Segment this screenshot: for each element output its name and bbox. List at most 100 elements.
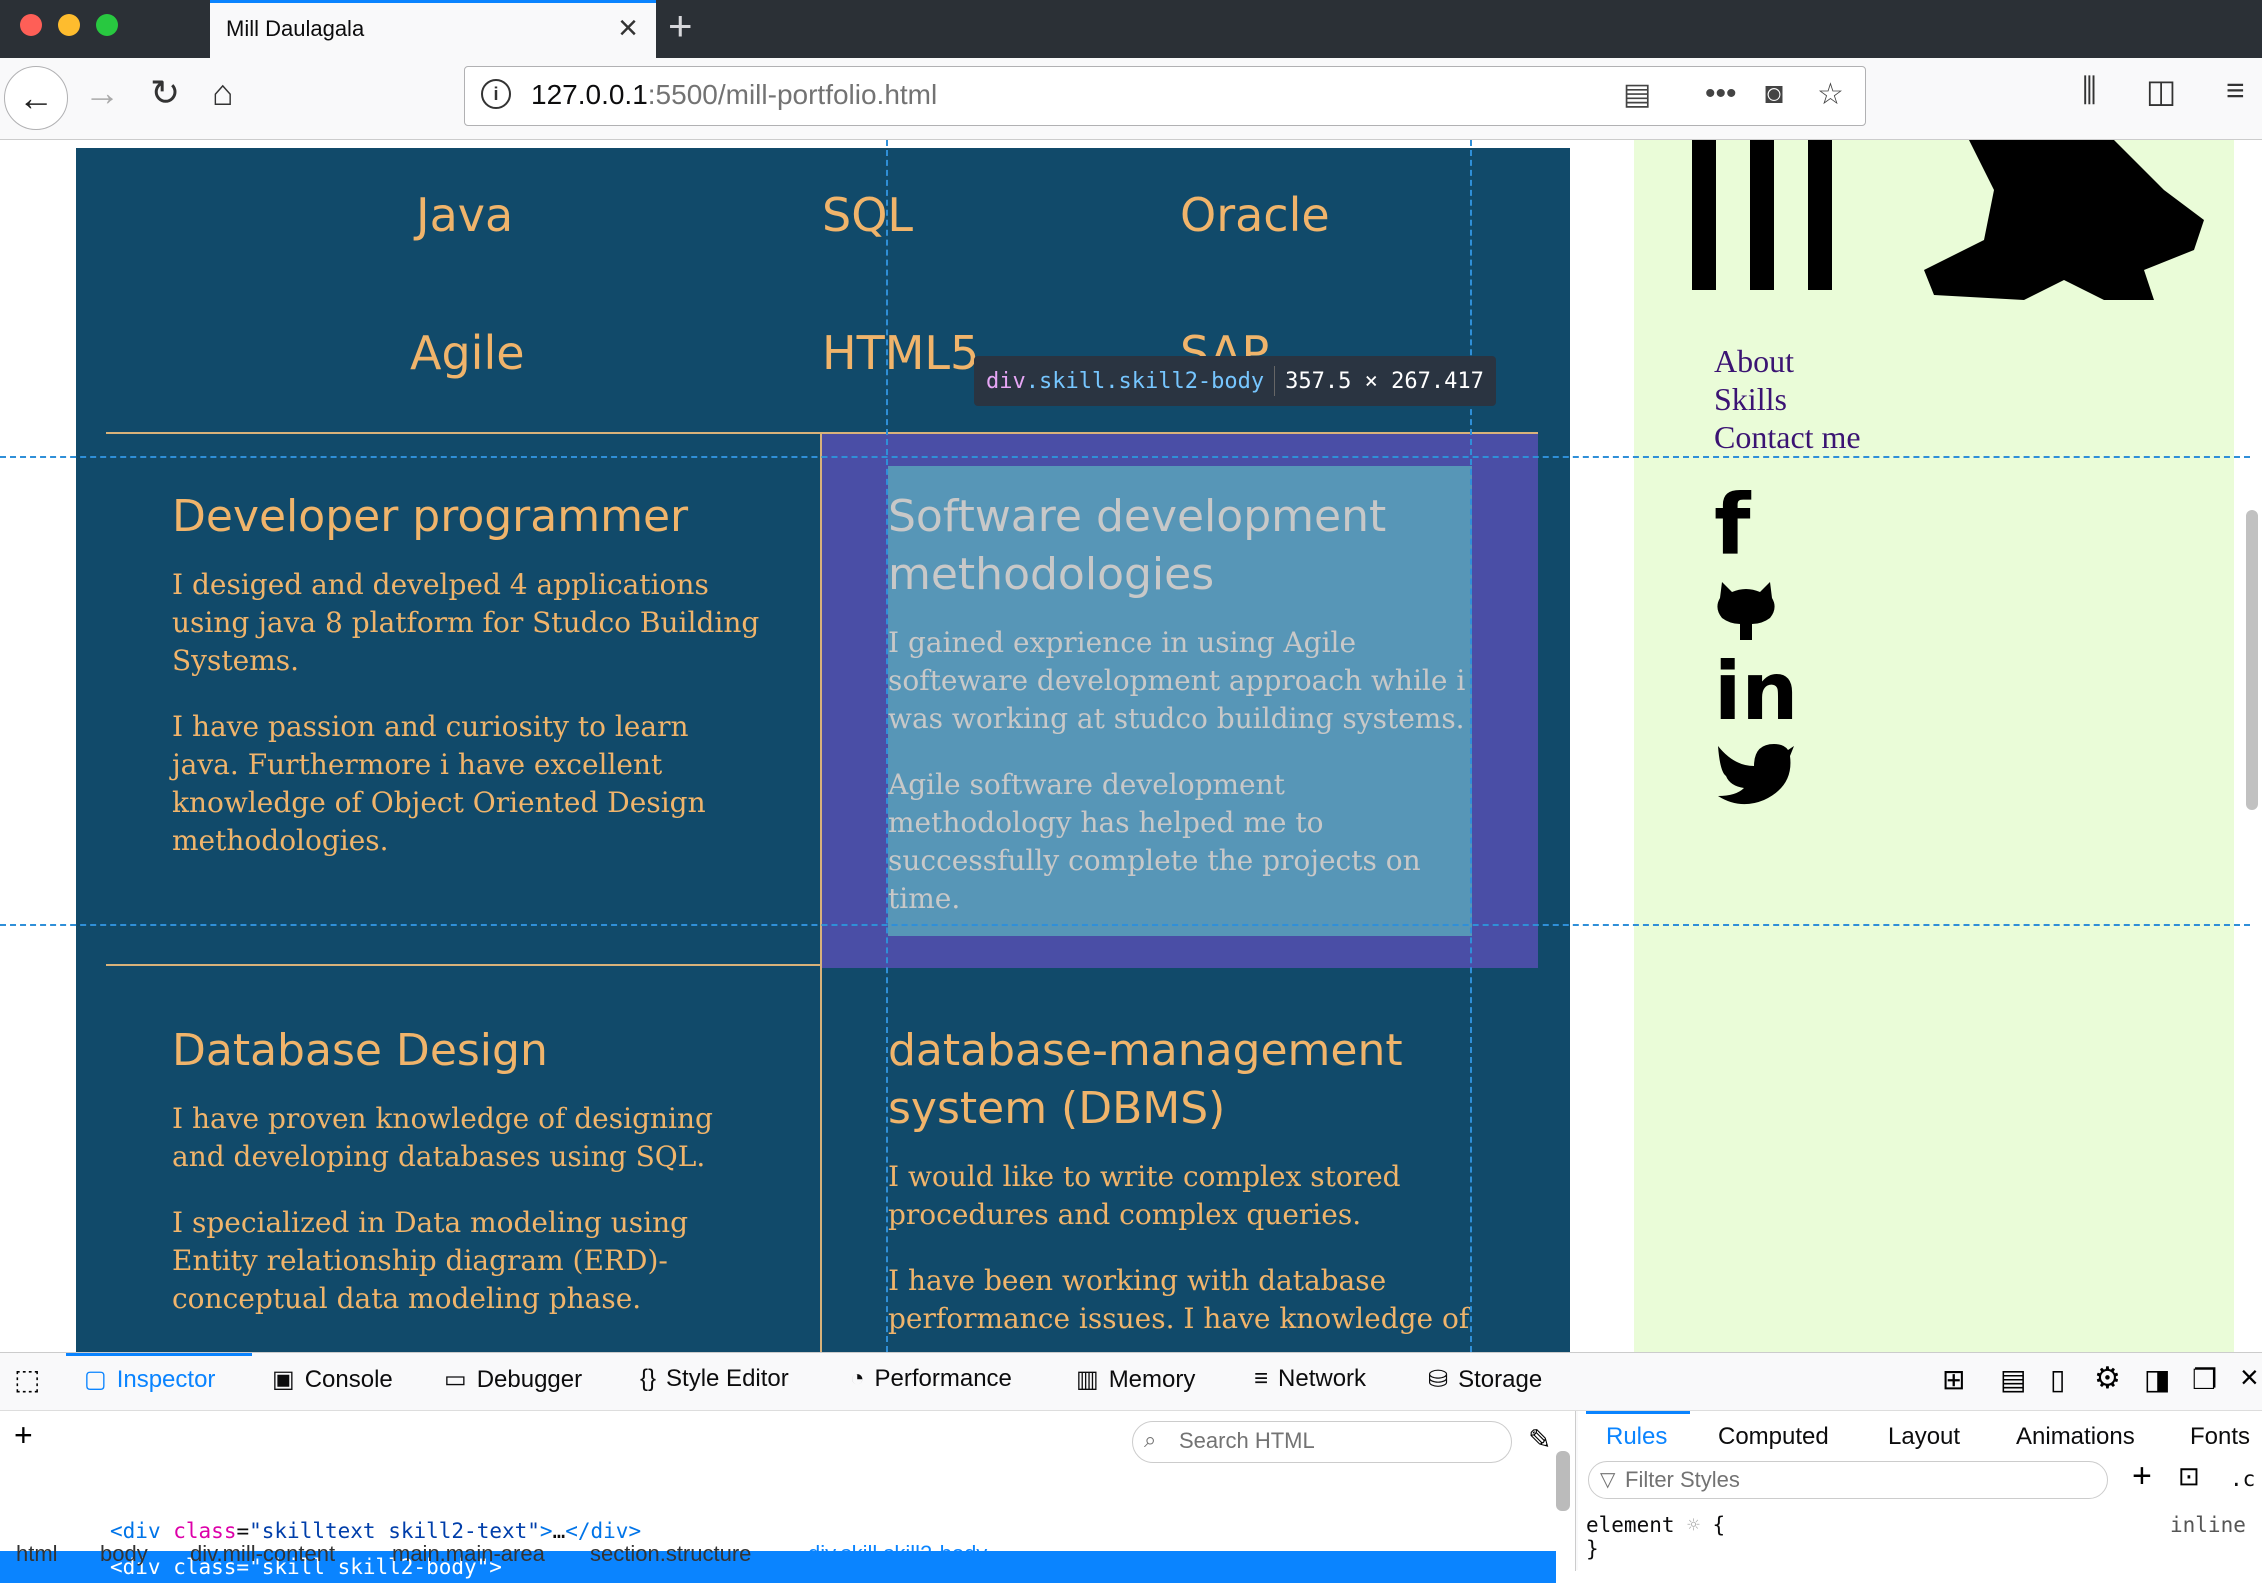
facebook-icon[interactable]: f xyxy=(1714,483,1774,567)
nav-link-about[interactable]: About xyxy=(1714,342,1861,380)
search-html-input[interactable]: Search HTML xyxy=(1132,1421,1512,1463)
tooltip-selector: div.skill.skill2-body xyxy=(986,369,1264,394)
tab-animations[interactable]: Animations xyxy=(2016,1423,2135,1451)
card-paragraph: I have proven knowledge of designing and… xyxy=(172,1102,713,1173)
tab-label: Debugger xyxy=(476,1365,583,1393)
skill2-body[interactable]: Software development methodologies I gai… xyxy=(888,466,1472,936)
close-window-button[interactable] xyxy=(20,14,42,36)
library-icon[interactable]: ⫼ xyxy=(2082,72,2097,110)
breadcrumb-item[interactable]: div.mill-content xyxy=(190,1541,335,1567)
maximize-window-button[interactable] xyxy=(96,14,118,36)
tab-console[interactable]: ▣ Console xyxy=(272,1365,393,1394)
pocket-icon[interactable]: ◙ xyxy=(1765,77,1783,111)
card-paragraph: I desiged and develped 4 applications us… xyxy=(172,568,760,677)
breadcrumb-item[interactable]: section.structure xyxy=(590,1541,751,1567)
guide-line xyxy=(0,456,2250,458)
style-editor-icon: {} xyxy=(640,1365,657,1392)
devtools-panel: ⬚ ▢ Inspector ▣ Console ▭ Debugger {} Style … xyxy=(0,1352,2262,1583)
card-text: I have proven knowledge of designing and… xyxy=(172,1100,772,1318)
network-icon: ≡ xyxy=(1254,1365,1269,1392)
breadcrumb-item[interactable]: body xyxy=(100,1541,148,1567)
sidebar: About Skills Contact me f in xyxy=(1634,140,2234,1352)
bookmark-star-icon[interactable]: ☆ xyxy=(1817,77,1844,112)
twitter-icon[interactable] xyxy=(1714,736,1794,806)
tab-rules[interactable]: Rules xyxy=(1606,1423,1667,1451)
new-tab-button[interactable]: + xyxy=(668,2,693,50)
pick-element-icon[interactable]: ⬚ xyxy=(14,1363,40,1396)
github-icon[interactable] xyxy=(1714,576,1778,642)
tab-fonts[interactable]: Fonts xyxy=(2190,1423,2250,1451)
markup-scrollbar[interactable] xyxy=(1556,1451,1570,1511)
tab-network[interactable]: ≡ Network xyxy=(1254,1365,1366,1393)
tooltip-size: 357.5 × 267.417 xyxy=(1285,368,1484,394)
close-tab-icon[interactable]: × xyxy=(618,9,638,48)
pseudo-class-toggle-icon[interactable]: ⊡ xyxy=(2178,1461,2200,1492)
separate-window-icon[interactable]: ❐ xyxy=(2192,1363,2217,1396)
sidebar-toggle-icon[interactable]: ◫ xyxy=(2146,72,2176,110)
reload-button[interactable]: ↻ xyxy=(150,72,180,114)
skill-java: Java xyxy=(416,188,514,242)
filter-placeholder: Filter Styles xyxy=(1625,1467,1740,1492)
responsive-mode-icon[interactable]: ▯ xyxy=(2050,1363,2065,1396)
browser-tab[interactable]: Mill Daulagala × xyxy=(210,0,656,58)
nav-link-contact[interactable]: Contact me xyxy=(1714,418,1861,456)
rule-selector-text: element xyxy=(1586,1513,1675,1537)
skill-sql: SQL xyxy=(822,188,914,242)
home-button[interactable]: ⌂ xyxy=(212,72,234,114)
menu-icon[interactable]: ≡ xyxy=(2226,72,2245,109)
dock-side-icon[interactable]: ◨ xyxy=(2144,1363,2170,1396)
page-actions-icon[interactable]: ••• xyxy=(1705,77,1737,111)
filter-icon: ▽ xyxy=(1600,1469,1616,1491)
breadcrumb: html body div.mill-content main.main-are… xyxy=(0,1539,1576,1571)
card-paragraph: I gained exprience in using Agile softew… xyxy=(888,626,1466,735)
card-paragraph: I have been working with database perfor… xyxy=(888,1264,1470,1335)
nav-link-skills[interactable]: Skills xyxy=(1714,380,1861,418)
rule-selector: element ☼ { xyxy=(1586,1513,1725,1537)
tab-performance[interactable]: ◔ Performance xyxy=(850,1365,1012,1393)
add-rule-icon[interactable]: + xyxy=(2132,1457,2152,1496)
tab-computed[interactable]: Computed xyxy=(1718,1423,1829,1451)
tab-debugger[interactable]: ▭ Debugger xyxy=(444,1365,582,1394)
tab-label: Network xyxy=(1278,1365,1367,1392)
card-title: database-management system (DBMS) xyxy=(888,1025,1403,1134)
inspector-icon: ▢ xyxy=(84,1366,107,1393)
forward-button[interactable]: → xyxy=(84,72,120,114)
url-path: :5500/mill-portfolio.html xyxy=(647,79,938,110)
skill3-body: Database Design I have proven knowledge … xyxy=(172,1022,772,1346)
card-paragraph: I would like to write complex stored pro… xyxy=(888,1160,1401,1231)
url-bar[interactable]: i 127.0.0.1:5500/mill-portfolio.html ▤ •… xyxy=(464,66,1866,126)
tab-label: Console xyxy=(304,1365,393,1393)
breadcrumb-item-current[interactable]: div.skill.skill2-body xyxy=(808,1541,987,1567)
settings-gear-icon[interactable]: ⚙ xyxy=(2094,1361,2121,1396)
class-toggle-icon[interactable]: .c xyxy=(2230,1467,2255,1491)
reader-view-icon[interactable]: ▤ xyxy=(1623,77,1651,112)
filter-styles-input[interactable]: Filter Styles xyxy=(1588,1461,2108,1499)
eyedropper-icon[interactable]: ✎ xyxy=(1528,1423,1551,1456)
sidebar-nav: About Skills Contact me xyxy=(1714,342,1861,456)
card-title: Developer programmer xyxy=(172,491,689,542)
page-scrollbar[interactable] xyxy=(2246,510,2258,810)
minimize-window-button[interactable] xyxy=(58,14,80,36)
close-devtools-icon[interactable]: × xyxy=(2240,1359,2259,1396)
layout-dock-icon[interactable]: ⊞ xyxy=(1942,1363,1965,1396)
breadcrumb-item[interactable]: html xyxy=(16,1541,58,1567)
back-button[interactable]: ← xyxy=(4,66,68,130)
breadcrumb-item[interactable]: main.main-area xyxy=(392,1541,545,1567)
site-info-icon[interactable]: i xyxy=(481,79,511,109)
card-paragraph: Agile software development methodology h… xyxy=(888,768,1421,915)
tab-inspector[interactable]: ▢ Inspector xyxy=(84,1365,215,1394)
tab-layout[interactable]: Layout xyxy=(1888,1423,1960,1451)
linkedin-icon[interactable]: in xyxy=(1714,650,1798,734)
split-console-icon[interactable]: ▤ xyxy=(2000,1363,2026,1396)
card-text: I would like to write complex stored pro… xyxy=(888,1158,1488,1338)
page-viewport: Java SQL Oracle Agile HTML5 SAP Software… xyxy=(0,140,2262,1352)
window-titlebar: Mill Daulagala × + xyxy=(0,0,2262,58)
tab-style-editor[interactable]: {} Style Editor xyxy=(640,1365,789,1393)
tab-memory[interactable]: ▥ Memory xyxy=(1076,1365,1195,1394)
add-node-icon[interactable]: + xyxy=(14,1417,33,1454)
tab-storage[interactable]: ⛁ Storage xyxy=(1428,1365,1542,1394)
memory-icon: ▥ xyxy=(1076,1366,1099,1393)
skill-agile: Agile xyxy=(410,326,525,380)
skill4-body: database-management system (DBMS) I woul… xyxy=(888,1022,1488,1352)
tab-label: Storage xyxy=(1458,1365,1543,1393)
